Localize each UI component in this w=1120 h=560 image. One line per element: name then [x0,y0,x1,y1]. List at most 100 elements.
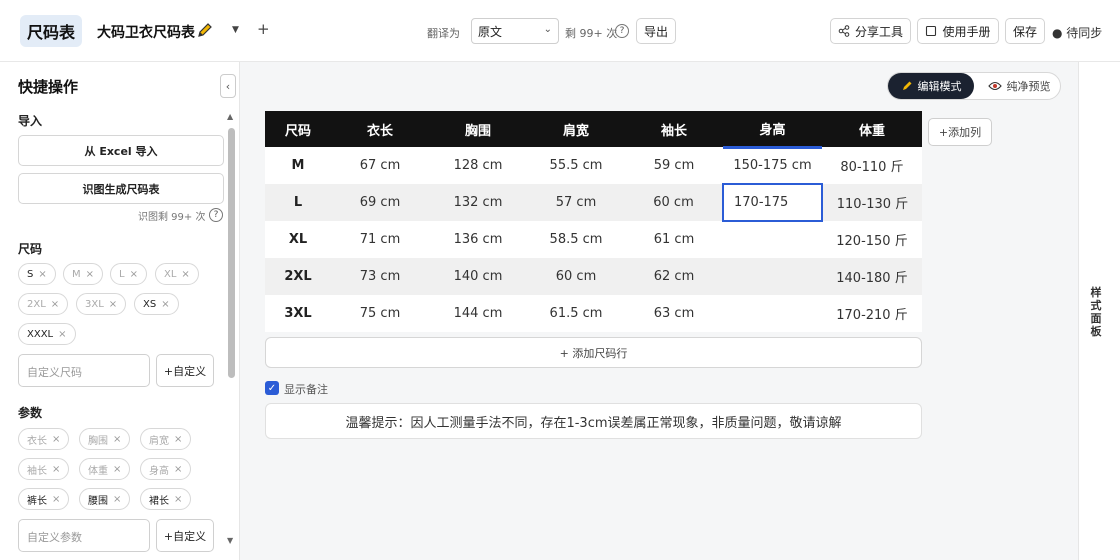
size-chip-l[interactable]: L × [110,263,147,285]
ocr-generate-button[interactable]: 识图生成尺码表 [18,173,224,204]
share-tool-button[interactable]: 分享工具 [830,18,911,44]
close-icon[interactable]: × [174,464,182,475]
export-button[interactable]: 导出 [636,18,676,44]
close-icon[interactable]: × [86,269,94,280]
size-chip-xxxl[interactable]: XXXL × [18,323,76,345]
caret-down-icon[interactable]: ▼ [232,25,239,35]
size-chip-m[interactable]: M × [63,263,104,285]
preview-mode-button[interactable]: 纯净预览 [978,73,1060,99]
param-chip-length[interactable]: 衣长 × [18,428,70,450]
table-cell[interactable]: 61 cm [625,221,723,258]
table-cell[interactable]: 55.5 cm [527,147,625,184]
param-chip-shoulder[interactable]: 肩宽 × [140,428,192,450]
param-chip-skirt-length[interactable]: 裙长 × [140,488,192,510]
table-cell[interactable]: 73 cm [331,258,429,295]
table-cell[interactable]: 170-210 斤 [822,295,922,332]
scroll-down-arrow[interactable]: ▼ [227,536,233,545]
close-icon[interactable]: × [38,269,46,280]
table-cell[interactable]: 75 cm [331,295,429,332]
save-button[interactable]: 保存 [1005,18,1045,44]
column-header-active[interactable]: 身高 [723,111,822,149]
size-chip-2xl[interactable]: 2XL × [18,293,69,315]
help-icon[interactable]: ? [615,24,629,38]
close-icon[interactable]: × [52,464,60,475]
table-cell[interactable]: 2XL [265,258,331,295]
table-cell[interactable]: 60 cm [625,184,723,221]
param-chip-waist[interactable]: 腰围 × [79,488,131,510]
manual-button[interactable]: 使用手册 [917,18,999,44]
column-header[interactable]: 胸围 [429,111,527,147]
param-chip-height[interactable]: 身高 × [140,458,192,480]
table-cell[interactable]: 69 cm [331,184,429,221]
close-icon[interactable]: × [130,269,138,280]
table-cell[interactable]: 59 cm [625,147,723,184]
table-cell[interactable] [723,258,822,295]
table-cell[interactable]: 62 cm [625,258,723,295]
add-column-button[interactable]: +添加列 [928,118,992,146]
language-select[interactable]: 原文 ⌄ [471,18,559,44]
close-icon[interactable]: × [174,434,182,445]
add-tab-icon[interactable]: + [257,20,270,38]
table-cell[interactable]: 110-130 斤 [822,184,922,221]
column-header[interactable]: 体重 [822,111,922,147]
close-icon[interactable]: × [109,299,117,310]
param-chip-sleeve[interactable]: 袖长 × [18,458,70,480]
close-icon[interactable]: × [113,434,121,445]
scroll-up-arrow[interactable]: ▲ [227,112,233,121]
table-cell[interactable] [723,221,822,258]
table-cell[interactable]: XL [265,221,331,258]
close-icon[interactable]: × [174,494,182,505]
close-icon[interactable]: × [113,494,121,505]
column-header[interactable]: 肩宽 [527,111,625,147]
custom-size-input[interactable]: 自定义尺码 [18,354,150,387]
table-cell[interactable]: 132 cm [429,184,527,221]
table-cell[interactable]: 120-150 斤 [822,221,922,258]
size-chip-3xl[interactable]: 3XL × [76,293,127,315]
column-header[interactable]: 尺码 [265,111,331,147]
column-header[interactable]: 袖长 [625,111,723,147]
table-cell[interactable]: 144 cm [429,295,527,332]
help-icon[interactable]: ? [209,208,223,222]
table-cell[interactable]: 63 cm [625,295,723,332]
excel-import-button[interactable]: 从 Excel 导入 [18,135,224,166]
show-note-checkbox[interactable]: ✓ [265,381,279,395]
scrollbar-thumb[interactable] [228,128,235,378]
table-cell[interactable]: L [265,184,331,221]
table-cell[interactable]: 61.5 cm [527,295,625,332]
table-cell[interactable]: 140-180 斤 [822,258,922,295]
edit-mode-button[interactable]: 编辑模式 [888,73,974,99]
size-chip-s[interactable]: S × [18,263,56,285]
document-title[interactable]: 大码卫衣尺码表 [97,22,195,42]
close-icon[interactable]: × [52,494,60,505]
size-chip-xs[interactable]: XS × [134,293,179,315]
column-header[interactable]: 衣长 [331,111,429,147]
table-cell[interactable]: 136 cm [429,221,527,258]
collapse-panel-button[interactable]: ‹ [220,74,236,98]
style-panel-toggle[interactable]: 样式面板 [1089,286,1103,338]
table-cell[interactable]: 60 cm [527,258,625,295]
table-cell[interactable]: M [265,147,331,184]
table-cell[interactable]: 67 cm [331,147,429,184]
close-icon[interactable]: × [52,434,60,445]
table-cell[interactable]: 150-175 cm [723,147,822,184]
custom-param-input[interactable]: 自定义参数 [18,519,150,552]
table-cell[interactable]: 58.5 cm [527,221,625,258]
note-box[interactable]: 温馨提示：因人工测量手法不同，存在1-3cm误差属正常现象，非质量问题，敬请谅解 [265,403,922,439]
param-chip-pants-length[interactable]: 裤长 × [18,488,70,510]
close-icon[interactable]: × [58,329,66,340]
editing-cell[interactable]: 170-175 [722,183,823,222]
close-icon[interactable]: × [181,269,189,280]
add-custom-param-button[interactable]: +自定义 [156,519,214,552]
pencil-icon[interactable] [196,21,214,39]
table-cell[interactable]: 3XL [265,295,331,332]
add-size-row-button[interactable]: + 添加尺码行 [265,337,922,368]
table-cell[interactable]: 57 cm [527,184,625,221]
close-icon[interactable]: × [161,299,169,310]
size-chip-xl[interactable]: XL × [155,263,199,285]
table-cell[interactable]: 71 cm [331,221,429,258]
param-chip-chest[interactable]: 胸围 × [79,428,131,450]
add-custom-size-button[interactable]: +自定义 [156,354,214,387]
table-cell[interactable]: 80-110 斤 [822,147,922,184]
close-icon[interactable]: × [51,299,59,310]
param-chip-weight[interactable]: 体重 × [79,458,131,480]
